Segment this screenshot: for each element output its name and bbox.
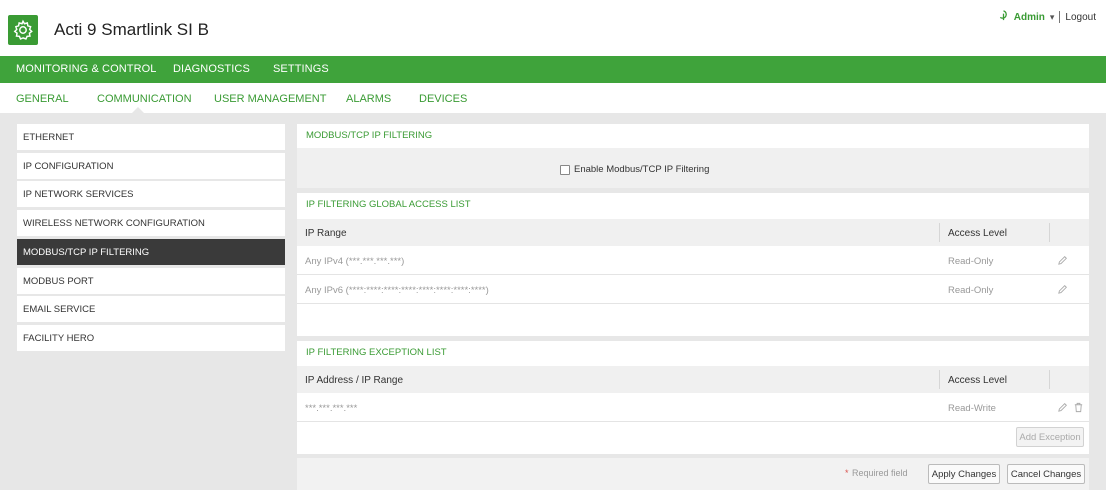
column-divider: [939, 370, 940, 389]
sidebar-item-ip-configuration[interactable]: IP CONFIGURATION: [17, 153, 285, 179]
chevron-down-icon[interactable]: ▾: [1050, 12, 1055, 23]
divider: [1059, 11, 1061, 23]
main-nav: MONITORING & CONTROL DIAGNOSTICS SETTING…: [0, 56, 1106, 83]
required-marker: *: [845, 468, 849, 478]
enable-filtering-label[interactable]: Enable Modbus/TCP IP Filtering: [574, 164, 709, 175]
app-header: Acti 9 Smartlink SI B Admin ▾ Logout: [0, 0, 1106, 56]
column-divider: [1049, 370, 1050, 389]
nav-diagnostics[interactable]: DIAGNOSTICS: [173, 63, 250, 75]
table-header: IP Address / IP Range Access Level: [297, 366, 1089, 393]
column-divider: [1049, 223, 1050, 242]
panel-title: IP FILTERING EXCEPTION LIST: [306, 347, 447, 358]
apply-changes-button[interactable]: Apply Changes: [928, 464, 1000, 484]
filtering-panel: MODBUS/TCP IP FILTERING Enable Modbus/TC…: [297, 124, 1089, 188]
tab-communication[interactable]: COMMUNICATION: [97, 93, 192, 105]
panel-title: MODBUS/TCP IP FILTERING: [306, 130, 433, 141]
trash-icon[interactable]: [1073, 402, 1085, 414]
gear-icon: [8, 15, 38, 45]
panel-title: IP FILTERING GLOBAL ACCESS LIST: [306, 199, 471, 210]
column-header-ip-address: IP Address / IP Range: [305, 375, 404, 386]
ip-address-cell: ***.***.***.***: [305, 403, 358, 414]
sidebar-item-facility-hero[interactable]: FACILITY HERO: [17, 325, 285, 351]
ip-range-cell: Any IPv4 (***.***.***.***): [305, 256, 405, 267]
table-row: Any IPv4 (***.***.***.***) Read-Only: [297, 247, 1089, 275]
exception-list-panel: IP FILTERING EXCEPTION LIST IP Address /…: [297, 341, 1089, 454]
table-row: ***.***.***.*** Read-Write: [297, 394, 1089, 422]
column-header-ip-range: IP Range: [305, 228, 347, 239]
sidebar-item-modbus-port[interactable]: MODBUS PORT: [17, 268, 285, 294]
access-level-cell: Read-Only: [948, 256, 994, 267]
enable-filtering-checkbox[interactable]: [560, 165, 570, 175]
enable-row: Enable Modbus/TCP IP Filtering: [297, 148, 1089, 188]
user-menu: Admin ▾ Logout: [998, 10, 1096, 24]
required-field-note: Required field: [852, 468, 908, 478]
sidebar-item-email-service[interactable]: EMAIL SERVICE: [17, 296, 285, 322]
cancel-changes-button[interactable]: Cancel Changes: [1007, 464, 1085, 484]
column-header-access-level: Access Level: [948, 375, 1007, 386]
user-icon: [998, 10, 1009, 24]
nav-monitoring-control[interactable]: MONITORING & CONTROL: [16, 63, 157, 75]
settings-tabs: GENERAL COMMUNICATION USER MANAGEMENT AL…: [0, 83, 1106, 113]
sidebar-item-wireless-network[interactable]: WIRELESS NETWORK CONFIGURATION: [17, 210, 285, 236]
access-level-cell: Read-Write: [948, 403, 996, 414]
pencil-icon[interactable]: [1057, 402, 1069, 414]
sidebar-item-modbus-tcp-ip-filtering[interactable]: MODBUS/TCP IP FILTERING: [17, 239, 285, 265]
column-header-access-level: Access Level: [948, 228, 1007, 239]
table-row: Any IPv6 (****:****:****:****:****:****:…: [297, 276, 1089, 304]
ip-range-cell: Any IPv6 (****:****:****:****:****:****:…: [305, 285, 489, 296]
user-name[interactable]: Admin: [1014, 12, 1045, 23]
tab-user-management[interactable]: USER MANAGEMENT: [214, 93, 326, 105]
tab-general[interactable]: GENERAL: [16, 93, 69, 105]
add-exception-button[interactable]: Add Exception: [1016, 427, 1084, 447]
tab-devices[interactable]: DEVICES: [419, 93, 467, 105]
pencil-icon[interactable]: [1057, 284, 1069, 296]
logout-link[interactable]: Logout: [1065, 12, 1096, 23]
tab-alarms[interactable]: ALARMS: [346, 93, 391, 105]
global-access-list-panel: IP FILTERING GLOBAL ACCESS LIST IP Range…: [297, 193, 1089, 336]
app-title: Acti 9 Smartlink SI B: [54, 20, 209, 39]
column-divider: [939, 223, 940, 242]
sidebar-item-ip-network-services[interactable]: IP NETWORK SERVICES: [17, 181, 285, 207]
table-header: IP Range Access Level: [297, 219, 1089, 246]
pencil-icon[interactable]: [1057, 255, 1069, 267]
action-bar: * Required field Apply Changes Cancel Ch…: [297, 458, 1089, 490]
sidebar-item-ethernet[interactable]: ETHERNET: [17, 124, 285, 150]
nav-settings[interactable]: SETTINGS: [273, 63, 329, 75]
access-level-cell: Read-Only: [948, 285, 994, 296]
